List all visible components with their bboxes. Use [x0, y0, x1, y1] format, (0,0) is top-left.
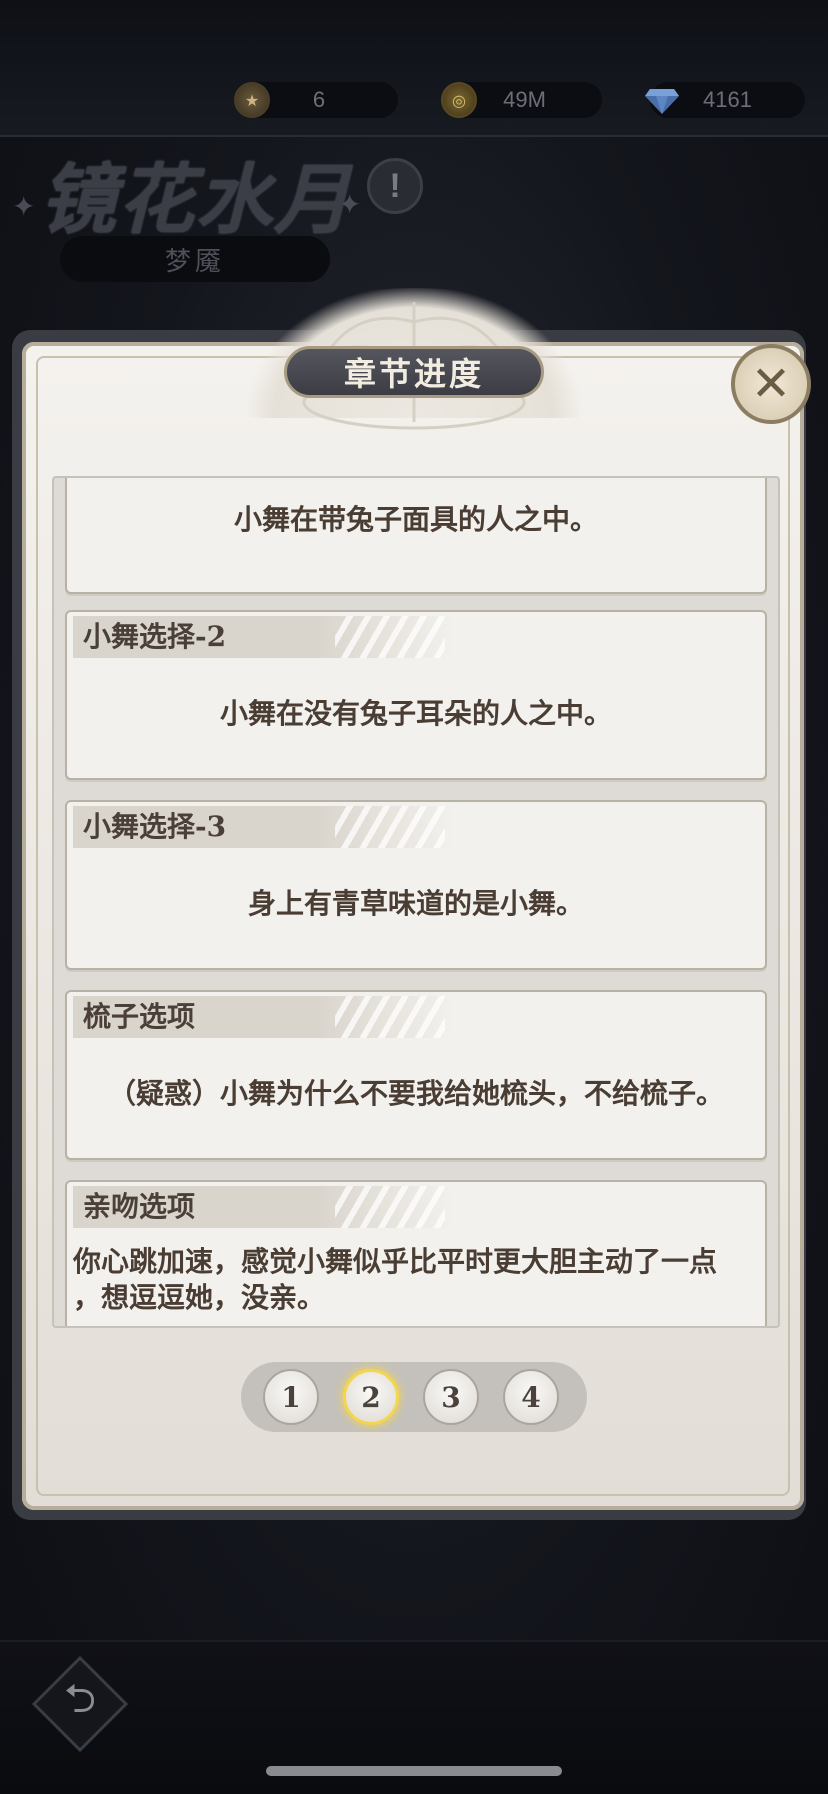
card-text: （疑惑）小舞为什么不要我给她梳头，不给梳子。 — [107, 1077, 724, 1110]
list-item: 小舞选择-3 身上有青草味道的是小舞。 — [65, 800, 767, 970]
page-button-2[interactable]: 2 — [343, 1369, 399, 1425]
modal-title: 章节进度 — [284, 346, 544, 398]
diamond-icon — [644, 82, 680, 118]
card-header: 梳子选项 — [73, 996, 453, 1038]
chapter-title: 镜花水月 — [40, 155, 352, 244]
card-title: 亲吻选项 — [83, 1190, 196, 1223]
home-indicator[interactable] — [266, 1766, 562, 1776]
list-item: 小舞选择-2 小舞在没有兔子耳朵的人之中。 — [65, 610, 767, 780]
list-item: 小舞在带兔子面具的人之中。 — [65, 478, 767, 594]
currency-gold[interactable]: ◎ 49M — [441, 82, 602, 118]
info-button[interactable]: ! — [367, 158, 423, 214]
card-text: 小舞在没有兔子耳朵的人之中。 — [219, 697, 612, 730]
card-header: 亲吻选项 — [73, 1186, 453, 1228]
card-title: 小舞选择-2 — [83, 620, 227, 653]
card-header: 小舞选择-3 — [73, 806, 453, 848]
list-item: 亲吻选项 你心跳加速，感觉小舞似乎比平时更大胆主动了一点 ，想逗逗她，没亲。 — [65, 1180, 767, 1326]
progress-list[interactable]: 小舞在带兔子面具的人之中。 小舞选择-2 小舞在没有兔子耳朵的人之中。 小舞选择… — [52, 476, 780, 1328]
page-button-1[interactable]: 1 — [263, 1369, 319, 1425]
card-text: 小舞在带兔子面具的人之中。 — [233, 503, 598, 536]
card-text: 你心跳加速，感觉小舞似乎比平时更大胆主动了一点 ，想逗逗她，没亲。 — [73, 1244, 765, 1316]
difficulty-mode-label: 梦魇 — [60, 236, 330, 282]
page-button-4[interactable]: 4 — [503, 1369, 559, 1425]
card-text: 身上有青草味道的是小舞。 — [247, 887, 584, 920]
medal-icon: ★ — [234, 82, 270, 118]
return-arrow-icon: ⮌ — [63, 1676, 97, 1722]
gold-coin-icon: ◎ — [441, 82, 477, 118]
page-button-3[interactable]: 3 — [423, 1369, 479, 1425]
list-item: 梳子选项 （疑惑）小舞为什么不要我给她梳头，不给梳子。 — [65, 990, 767, 1160]
currency-diamond[interactable]: 4161 — [645, 82, 805, 118]
card-text-line: ，想逗逗她，没亲。 — [73, 1281, 326, 1314]
currency-medal[interactable]: ★ 6 — [234, 82, 398, 118]
sparkle-icon: ✦ — [12, 190, 36, 223]
top-bar: ★ 6 ◎ 49M 4161 — [0, 0, 828, 137]
card-text-line: 你心跳加速，感觉小舞似乎比平时更大胆主动了一点 — [73, 1245, 718, 1278]
close-button[interactable]: ✕ — [731, 344, 811, 424]
card-header: 小舞选择-2 — [73, 616, 453, 658]
card-title: 小舞选择-3 — [83, 810, 227, 843]
pagination: 1 2 3 4 — [241, 1362, 587, 1432]
card-title: 梳子选项 — [83, 1000, 196, 1033]
